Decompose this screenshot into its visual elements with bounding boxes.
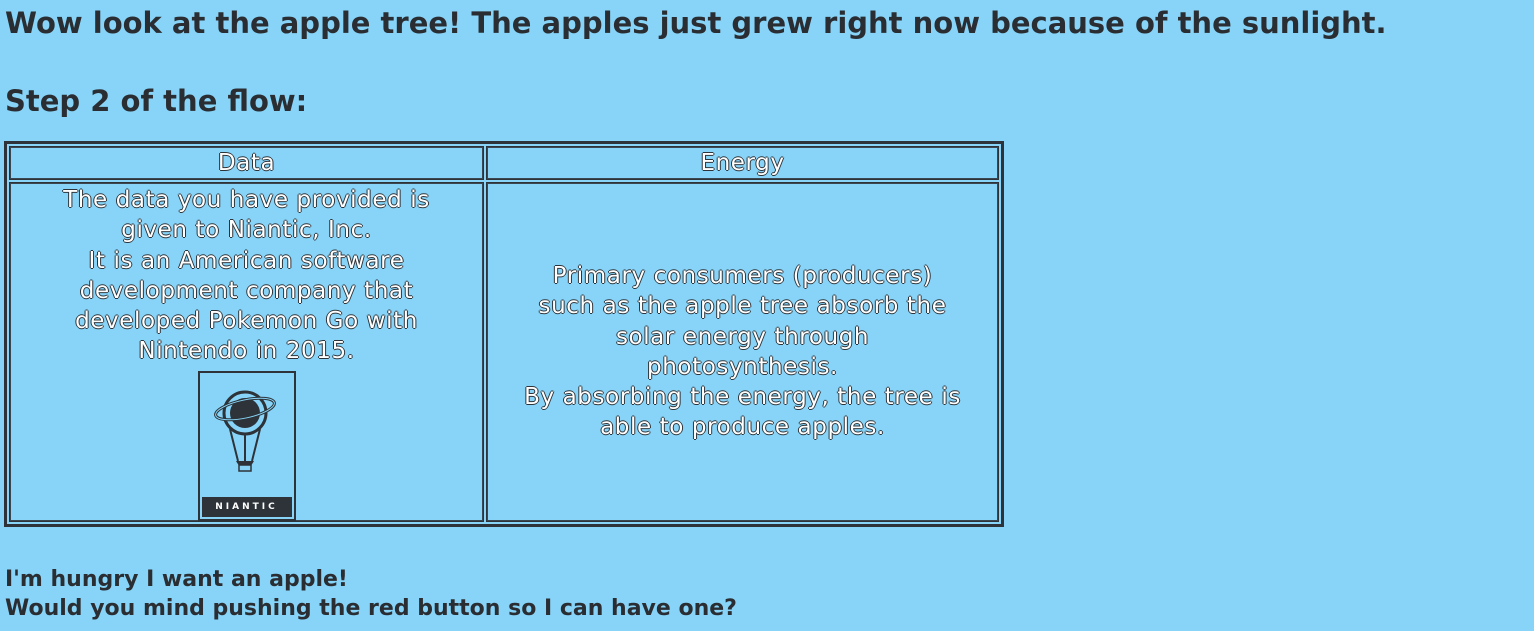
table-header-row: Data Energy bbox=[9, 146, 999, 180]
column-header-data: Data bbox=[9, 146, 485, 180]
data-cell: The data you have provided is given to N… bbox=[9, 182, 485, 522]
page-title: Wow look at the apple tree! The apples j… bbox=[5, 6, 1387, 40]
footer-message: I'm hungry I want an apple! Would you mi… bbox=[5, 565, 737, 623]
column-header-energy: Energy bbox=[486, 146, 999, 180]
footer-line-request: Would you mind pushing the red button so… bbox=[5, 596, 737, 621]
energy-cell-text: Primary consumers (producers) such as th… bbox=[524, 263, 961, 441]
step-heading: Step 2 of the flow: bbox=[5, 84, 308, 118]
footer-line-hungry: I'm hungry I want an apple! bbox=[5, 567, 348, 592]
niantic-logo-icon bbox=[213, 390, 276, 472]
niantic-wordmark: NIANTIC bbox=[201, 496, 292, 517]
data-cell-text: The data you have provided is given to N… bbox=[63, 187, 430, 365]
niantic-logo: NIANTIC bbox=[197, 370, 296, 521]
table-row: The data you have provided is given to N… bbox=[9, 182, 999, 522]
energy-cell: Primary consumers (producers) such as th… bbox=[486, 182, 999, 522]
flow-table: Data Energy The data you have provided i… bbox=[4, 141, 1004, 527]
